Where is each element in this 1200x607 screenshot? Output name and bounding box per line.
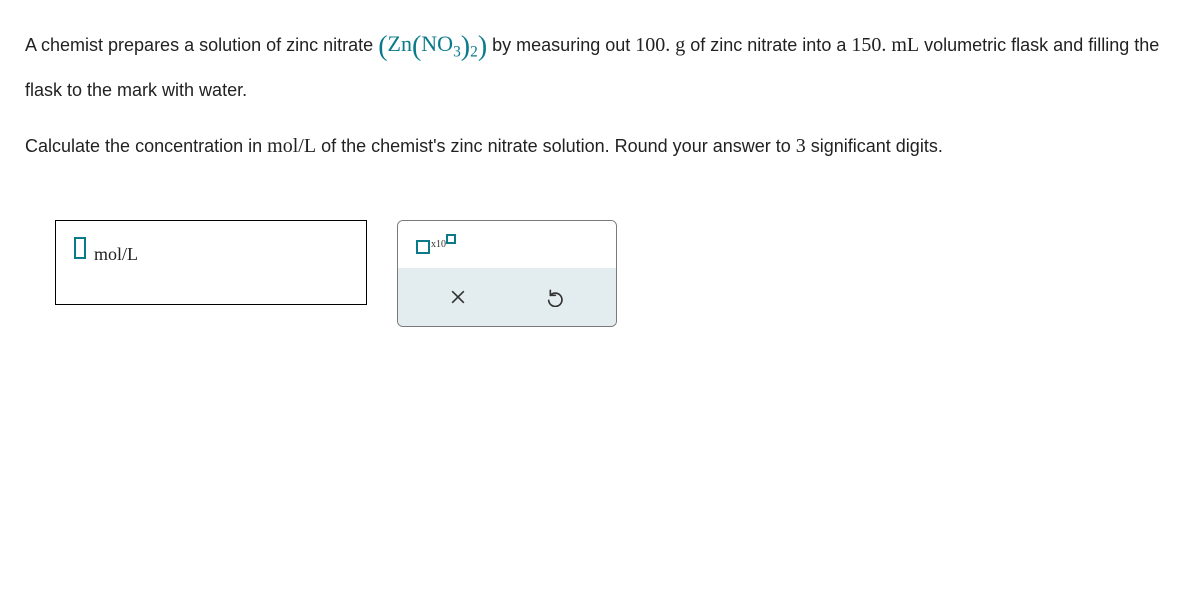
text-segment: by measuring out [492, 35, 635, 55]
question-paragraph-1: A chemist prepares a solution of zinc ni… [25, 20, 1175, 107]
tool-bottom-row [398, 268, 616, 326]
concentration-unit: mol/L [267, 135, 316, 157]
answer-input[interactable] [74, 237, 86, 259]
undo-icon [547, 287, 567, 307]
mass-value: 100. [635, 34, 670, 56]
scientific-notation-button[interactable]: x10 [416, 235, 456, 254]
mantissa-placeholder-icon [416, 240, 430, 254]
close-icon [448, 287, 468, 307]
text-segment: A chemist prepares a solution of zinc ni… [25, 35, 378, 55]
sig-figs: 3 [796, 135, 806, 157]
volume-value: 150. [851, 34, 886, 56]
clear-button[interactable] [443, 282, 473, 312]
tool-top-row: x10 [398, 221, 616, 268]
reset-button[interactable] [542, 282, 572, 312]
x10-label: x10 [431, 235, 446, 254]
mass-unit: g [670, 34, 685, 56]
answer-box: mol/L [55, 220, 367, 305]
text-segment: of the chemist's zinc nitrate solution. … [321, 136, 796, 156]
volume-unit: mL [886, 34, 919, 56]
chemical-formula: (Zn(NO3)2) [378, 20, 487, 73]
exponent-placeholder-icon [446, 234, 456, 244]
text-segment: Calculate the concentration in [25, 136, 267, 156]
text-segment: of zinc nitrate into a [690, 35, 851, 55]
answer-section: mol/L x10 [55, 220, 1175, 327]
tool-panel: x10 [397, 220, 617, 327]
text-segment: significant digits. [811, 136, 943, 156]
question-paragraph-2: Calculate the concentration in mol/L of … [25, 127, 1175, 165]
answer-unit: mol/L [94, 237, 138, 271]
